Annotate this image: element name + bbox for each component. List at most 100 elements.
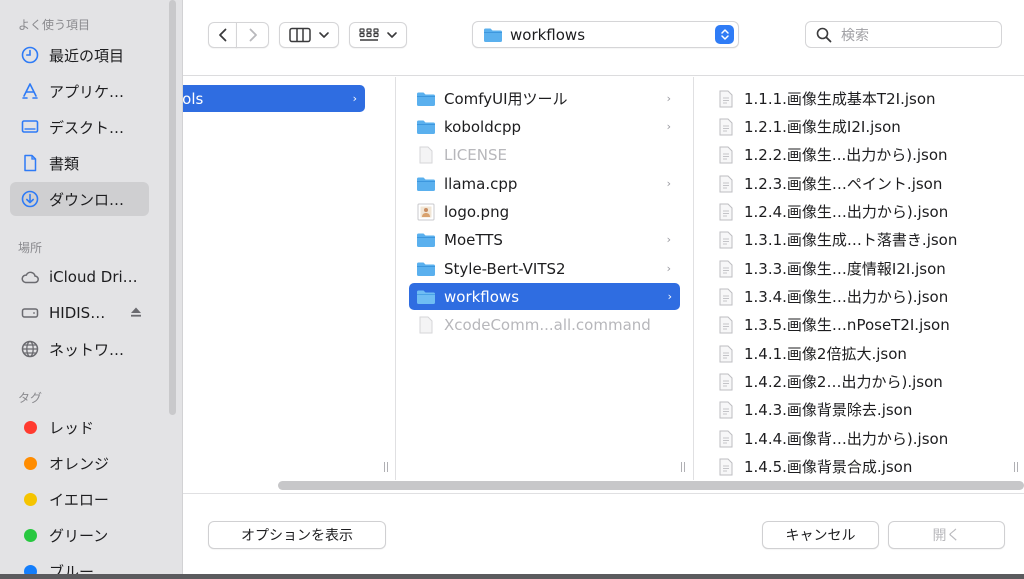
sidebar-item-documents[interactable]: 書類 [10, 146, 149, 180]
json-file-icon [716, 345, 736, 363]
show-options-button[interactable]: オプションを表示 [208, 521, 386, 549]
sidebar-item-desktop[interactable]: デスクト… [10, 110, 149, 144]
sidebar-item-label: レッド [49, 418, 95, 437]
search-input[interactable]: 検索 [805, 21, 1002, 48]
sidebar-item-icloud[interactable]: iCloud Dri… [10, 260, 149, 294]
chevron-right-icon: › [666, 177, 671, 190]
list-item-json[interactable]: 1.4.1.画像2倍拡大.json [716, 340, 1016, 367]
chevron-right-icon: › [666, 92, 671, 105]
sidebar-item-network[interactable]: ネットワ… [10, 332, 149, 366]
divider [183, 493, 1024, 494]
tag-dot-icon [24, 420, 37, 434]
updown-icon [715, 25, 734, 44]
list-item-folder[interactable]: ComfyUI用ツール › [409, 85, 679, 112]
sidebar-item-label: 書類 [49, 154, 80, 173]
chevron-down-icon [386, 32, 397, 38]
path-label: workflows [510, 25, 586, 44]
json-file-icon [716, 260, 736, 278]
sidebar-item-label: グリーン [49, 526, 109, 545]
item-label: 1.4.5.画像背景合成.json [744, 458, 913, 476]
column-2: ComfyUI用ツール › koboldcpp › LICENSE llama.… [396, 77, 693, 480]
list-item-json[interactable]: 1.4.3.画像背景除去.json [716, 396, 1016, 423]
sidebar-tag-green[interactable]: グリーン [10, 518, 149, 552]
list-item-json[interactable]: 1.2.3.画像生…ペイント.json [716, 170, 1016, 197]
cancel-button[interactable]: キャンセル [762, 521, 879, 549]
column-3: 1.1.1.画像生成基本T2I.json 1.2.1.画像生成I2I.json … [694, 77, 1024, 480]
list-item-folder[interactable]: MoeTTS › [409, 226, 679, 253]
sidebar-item-label: ブルー [49, 562, 95, 575]
folder-icon [416, 260, 436, 278]
network-icon [20, 339, 40, 359]
eject-icon[interactable] [129, 305, 143, 319]
json-file-icon [716, 458, 736, 476]
sidebar-tag-yellow[interactable]: イエロー [10, 482, 149, 516]
tag-dot-icon [24, 456, 37, 470]
folder-icon [484, 28, 502, 42]
column-resize-handle[interactable] [1012, 462, 1020, 472]
sidebar-item-downloads[interactable]: ダウンロ… [10, 182, 149, 216]
drive-icon [20, 303, 40, 323]
list-item-image[interactable]: logo.png [409, 198, 679, 225]
column-resize-handle[interactable] [382, 462, 390, 472]
folder-icon [416, 175, 436, 193]
column-1: ools › [183, 77, 388, 480]
json-file-icon [716, 203, 736, 221]
path-popup[interactable]: workflows [472, 21, 739, 48]
list-item-json[interactable]: 1.4.4.画像背…出力から).json [716, 425, 1016, 452]
list-item-file[interactable]: XcodeComm...all.command [409, 311, 679, 338]
document-icon [20, 153, 40, 173]
item-label: 1.2.2.画像生...出力から).json [744, 146, 948, 164]
sidebar-item-applications[interactable]: アプリケ… [10, 74, 149, 108]
list-item-folder-selected[interactable]: workflows › [409, 283, 680, 310]
sidebar-tag-orange[interactable]: オレンジ [10, 446, 149, 480]
forward-button[interactable] [236, 22, 269, 48]
group-button[interactable] [349, 22, 407, 48]
item-label: 1.3.5.画像生…nPoseT2I.json [744, 316, 950, 334]
list-item-tools[interactable]: ools › [183, 85, 365, 112]
back-button[interactable] [208, 22, 237, 48]
item-label: Style-Bert-VITS2 [444, 259, 566, 278]
view-mode-button[interactable] [279, 22, 339, 48]
item-label: logo.png [444, 202, 510, 221]
list-item-json[interactable]: 1.2.2.画像生...出力から).json [716, 141, 1016, 168]
list-item-json[interactable]: 1.3.4.画像生…出力から).json [716, 283, 1016, 310]
json-file-icon [716, 90, 736, 108]
item-label: 1.4.4.画像背…出力から).json [744, 430, 949, 448]
horizontal-scrollbar[interactable] [278, 481, 1024, 490]
list-item-json[interactable]: 1.3.1.画像生成…ト落書き.json [716, 226, 1016, 253]
item-label: 1.3.1.画像生成…ト落書き.json [744, 231, 958, 249]
list-item-file[interactable]: LICENSE [409, 141, 679, 168]
sidebar-scrollbar[interactable] [167, 0, 178, 415]
sidebar-item-label: ダウンロ… [49, 190, 125, 209]
list-item-folder[interactable]: llama.cpp › [409, 170, 679, 197]
item-label: ComfyUI用ツール [444, 90, 568, 108]
list-item-json[interactable]: 1.3.5.画像生…nPoseT2I.json [716, 311, 1016, 338]
chevron-right-icon: › [352, 92, 357, 105]
clock-icon [20, 45, 40, 65]
sidebar-tag-blue[interactable]: ブルー [10, 554, 149, 574]
list-item-json[interactable]: 1.4.5.画像背景合成.json [716, 453, 1016, 480]
sidebar: よく使う項目 最近の項目 アプリケ… デスクト… 書類 ダウンロ… 場所 iCl… [0, 0, 183, 574]
list-item-json[interactable]: 1.2.4.画像生…出力から).json [716, 198, 1016, 225]
list-item-json[interactable]: 1.3.3.画像生…度情報I2I.json [716, 255, 1016, 282]
search-placeholder: 検索 [841, 27, 869, 44]
sidebar-item-label: アプリケ… [49, 82, 125, 101]
chevron-left-icon [218, 28, 226, 42]
list-item-folder[interactable]: koboldcpp › [409, 113, 679, 140]
list-item-folder[interactable]: Style-Bert-VITS2 › [409, 255, 679, 282]
list-item-json[interactable]: 1.1.1.画像生成基本T2I.json [716, 85, 1016, 112]
list-item-json[interactable]: 1.4.2.画像2…出力から).json [716, 368, 1016, 395]
item-label: 1.3.3.画像生…度情報I2I.json [744, 260, 946, 278]
open-button[interactable]: 開く [888, 521, 1005, 549]
folder-icon [416, 231, 436, 249]
list-item-json[interactable]: 1.2.1.画像生成I2I.json [716, 113, 1016, 140]
json-file-icon [716, 175, 736, 193]
sidebar-item-label: オレンジ [49, 454, 110, 473]
sidebar-item-recents[interactable]: 最近の項目 [10, 38, 149, 72]
sidebar-item-drive[interactable]: HIDIS… [10, 296, 149, 330]
chevron-right-icon: › [667, 290, 672, 303]
sidebar-tag-red[interactable]: レッド [10, 410, 149, 444]
tag-dot-icon [24, 492, 37, 506]
json-file-icon [716, 146, 736, 164]
column-resize-handle[interactable] [679, 462, 687, 472]
